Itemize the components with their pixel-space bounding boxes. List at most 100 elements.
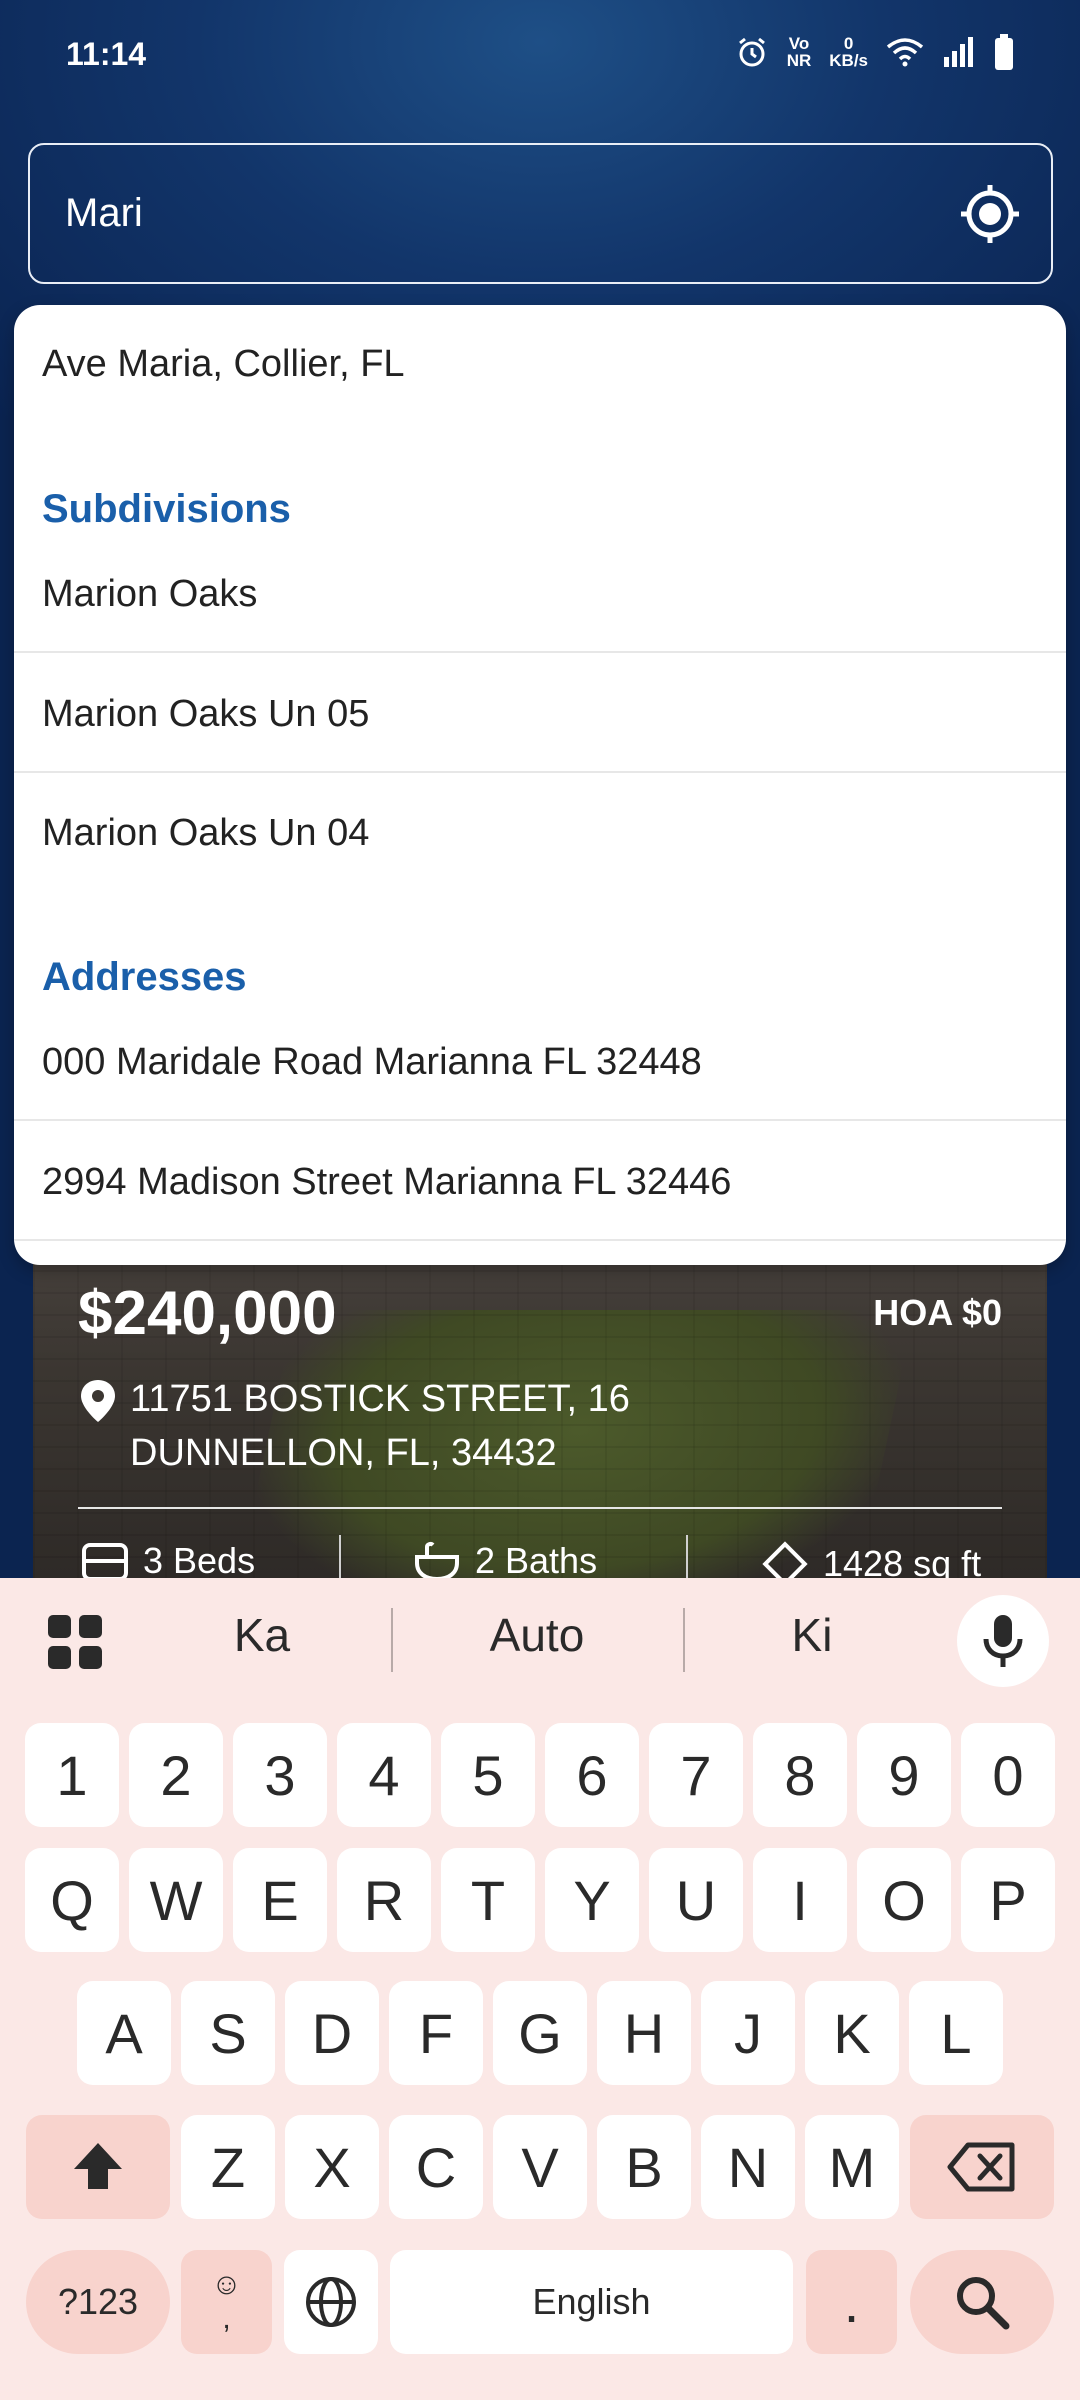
letter-key-h[interactable]: H: [597, 1981, 691, 2085]
listing-price: $240,000: [78, 1279, 337, 1348]
number-key-4[interactable]: 4: [337, 1723, 431, 1827]
number-key-5[interactable]: 5: [441, 1723, 535, 1827]
number-key-2[interactable]: 2: [129, 1723, 223, 1827]
letter-key-e[interactable]: E: [233, 1848, 327, 1952]
listing-divider: [78, 1507, 1002, 1509]
emoji-key[interactable]: ☺ ,: [181, 2250, 272, 2354]
search-action-key[interactable]: [910, 2250, 1054, 2354]
listing-sqft-label: 1428 sq ft: [823, 1543, 982, 1580]
suggestion-separator: [391, 1608, 393, 1672]
symbols-key[interactable]: ?123: [26, 2250, 170, 2354]
number-key-9[interactable]: 9: [857, 1723, 951, 1827]
network-speed-value: 0: [843, 34, 854, 53]
period-key[interactable]: .: [806, 2250, 897, 2354]
listing-beds: 3 Beds: [81, 1540, 255, 1580]
alarm-icon: [738, 37, 765, 67]
letter-key-o[interactable]: O: [857, 1848, 951, 1952]
voice-input-button[interactable]: [957, 1595, 1049, 1687]
listing-baths: 2 Baths: [413, 1540, 597, 1580]
subdivisions-header: Subdivisions: [42, 487, 291, 531]
globe-icon: [306, 2277, 356, 2327]
listing-beds-label: 3 Beds: [143, 1540, 256, 1580]
location-pin-icon: [81, 1380, 115, 1422]
status-time: 11:14: [66, 36, 147, 72]
wifi-icon: [886, 38, 924, 67]
letter-key-n[interactable]: N: [701, 2115, 795, 2219]
number-key-3[interactable]: 3: [233, 1723, 327, 1827]
current-location-icon[interactable]: [959, 183, 1021, 245]
keyboard-apps-icon[interactable]: [48, 1615, 102, 1669]
microphone-icon: [983, 1615, 1023, 1667]
emoji-key-icon: ☺: [211, 2268, 242, 2301]
suggestion-city[interactable]: Ave Maria, Collier, FL: [14, 305, 1066, 423]
signal-icon: [944, 37, 973, 67]
search-icon: [957, 2277, 1010, 2330]
suggestion-address[interactable]: 000 Maridale Road Marianna FL 32448: [14, 1003, 1066, 1121]
soft-keyboard: Ka Auto Ki 1234567890 QWERTYUIOP ASDFGHJKL…: [0, 1578, 1080, 2400]
volte-indicator: Vo NR: [787, 35, 812, 69]
area-icon: [762, 1541, 808, 1580]
letter-key-a[interactable]: A: [77, 1981, 171, 2085]
status-icons: Vo NR 0 KB/s: [735, 34, 1014, 70]
letter-key-f[interactable]: F: [389, 1981, 483, 2085]
shift-key[interactable]: [26, 2115, 170, 2219]
letter-key-i[interactable]: I: [753, 1848, 847, 1952]
letter-key-x[interactable]: X: [285, 2115, 379, 2219]
letter-key-t[interactable]: T: [441, 1848, 535, 1952]
number-key-8[interactable]: 8: [753, 1723, 847, 1827]
letter-key-v[interactable]: V: [493, 2115, 587, 2219]
volte-top: Vo: [788, 34, 810, 53]
letter-key-r[interactable]: R: [337, 1848, 431, 1952]
stat-separator: [686, 1535, 688, 1580]
suggestion-separator: [683, 1608, 685, 1672]
letter-key-z[interactable]: Z: [181, 2115, 275, 2219]
letter-key-u[interactable]: U: [649, 1848, 743, 1952]
letter-key-m[interactable]: M: [805, 2115, 899, 2219]
addresses-header: Addresses: [42, 955, 247, 999]
shift-icon: [74, 2143, 122, 2189]
letter-key-p[interactable]: P: [961, 1848, 1055, 1952]
letter-key-l[interactable]: L: [909, 1981, 1003, 2085]
bathtub-icon: [415, 1541, 459, 1580]
listing-sqft: 1428 sq ft: [761, 1540, 981, 1580]
suggestion-subdivision[interactable]: Marion Oaks Un 04: [14, 774, 1066, 892]
suggestion-subdivision[interactable]: Marion Oaks: [14, 535, 1066, 653]
number-key-6[interactable]: 6: [545, 1723, 639, 1827]
letter-key-y[interactable]: Y: [545, 1848, 639, 1952]
listing-address-line2: DUNNELLON, FL, 34432: [130, 1432, 557, 1474]
number-key-1[interactable]: 1: [25, 1723, 119, 1827]
backspace-key[interactable]: [910, 2115, 1054, 2219]
network-speed: 0 KB/s: [829, 35, 868, 69]
number-key-0[interactable]: 0: [961, 1723, 1055, 1827]
search-input[interactable]: Mari: [65, 191, 143, 236]
bed-icon: [82, 1543, 128, 1580]
suggestion-subdivision[interactable]: Marion Oaks Un 05: [14, 655, 1066, 773]
keyboard-suggestion-strip: Ka Auto Ki: [0, 1578, 1080, 1703]
space-bar[interactable]: English: [390, 2250, 793, 2354]
word-suggestion[interactable]: Ka: [162, 1608, 362, 1662]
suggestion-address[interactable]: 2994 Madison Street Marianna FL 32446: [14, 1123, 1066, 1241]
status-bar: 11:14 Vo NR 0 KB/s: [0, 0, 1080, 110]
word-suggestion[interactable]: Ki: [712, 1608, 912, 1662]
letter-key-d[interactable]: D: [285, 1981, 379, 2085]
letter-key-q[interactable]: Q: [25, 1848, 119, 1952]
letter-key-k[interactable]: K: [805, 1981, 899, 2085]
language-key[interactable]: [284, 2250, 378, 2354]
volte-bottom: NR: [786, 51, 812, 70]
letter-key-w[interactable]: W: [129, 1848, 223, 1952]
letter-key-b[interactable]: B: [597, 2115, 691, 2219]
listing-address-line1: 11751 BOSTICK STREET, 16: [130, 1378, 630, 1420]
battery-icon: [995, 34, 1013, 70]
listing-baths-label: 2 Baths: [475, 1540, 598, 1580]
stat-separator: [339, 1535, 341, 1580]
word-suggestion[interactable]: Auto: [437, 1608, 637, 1662]
letter-key-c[interactable]: C: [389, 2115, 483, 2219]
number-key-7[interactable]: 7: [649, 1723, 743, 1827]
search-suggestions-dropdown: Ave Maria, Collier, FL Subdivisions Mari…: [14, 305, 1066, 1265]
letter-key-j[interactable]: J: [701, 1981, 795, 2085]
location-search-field[interactable]: Mari: [28, 143, 1053, 284]
letter-key-g[interactable]: G: [493, 1981, 587, 2085]
backspace-icon: [947, 2142, 1015, 2192]
network-speed-unit: KB/s: [829, 51, 868, 70]
letter-key-s[interactable]: S: [181, 1981, 275, 2085]
